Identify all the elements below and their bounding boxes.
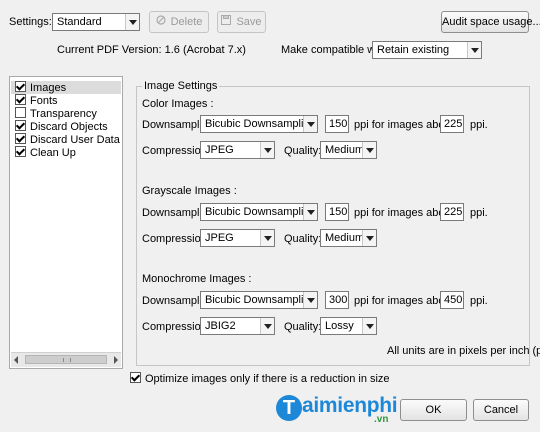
- color-ppi-input[interactable]: 150: [325, 115, 349, 133]
- color-ppi-unit: ppi.: [470, 119, 488, 131]
- watermark-suffix: .vn: [374, 414, 389, 425]
- checkbox-fonts[interactable]: [15, 94, 26, 105]
- optimize-option[interactable]: Optimize images only if there is a reduc…: [130, 372, 390, 385]
- watermark-logo-icon: T: [276, 395, 302, 421]
- sidebar-item-discard-objects[interactable]: Discard Objects: [15, 120, 108, 133]
- color-quality-value: Medium: [325, 144, 365, 156]
- chevron-down-icon[interactable]: [303, 116, 317, 132]
- grayscale-compression-select[interactable]: JPEG: [200, 229, 275, 247]
- delete-icon: [155, 12, 166, 32]
- grayscale-downsample-value: Bicubic Downsampling to: [205, 206, 318, 218]
- color-downsample-value: Bicubic Downsampling to: [205, 118, 318, 130]
- chevron-down-icon[interactable]: [303, 292, 317, 308]
- settings-select[interactable]: Standard: [52, 13, 140, 31]
- sidebar-item-label: Discard Objects: [30, 121, 108, 133]
- audit-space-usage-button[interactable]: Audit space usage...: [441, 11, 540, 33]
- color-compression-value: JPEG: [205, 144, 234, 156]
- color-quality-label: Quality:: [284, 145, 322, 157]
- checkbox-transparency[interactable]: [15, 107, 26, 118]
- color-quality-select[interactable]: Medium: [320, 141, 377, 159]
- grayscale-compression-value: JPEG: [205, 232, 234, 244]
- scrollbar-thumb[interactable]: [25, 355, 107, 364]
- grayscale-downsample-select[interactable]: Bicubic Downsampling to: [200, 203, 318, 221]
- chevron-down-icon[interactable]: [260, 318, 274, 334]
- checkbox-discard-user-data[interactable]: [15, 133, 26, 144]
- sidebar-item-transparency[interactable]: Transparency: [15, 107, 97, 120]
- monochrome-compression-value: JBIG2: [205, 320, 236, 332]
- monochrome-quality-select[interactable]: Lossy: [320, 317, 377, 335]
- sidebar-item-discard-user-data[interactable]: Discard User Data: [15, 133, 120, 146]
- category-list: Images Fonts Transparency Discard Object…: [9, 76, 123, 369]
- color-compression-select[interactable]: JPEG: [200, 141, 275, 159]
- grayscale-downsample-label: Downsample:: [142, 207, 209, 219]
- color-ppi-above-input[interactable]: 225: [440, 115, 464, 133]
- chevron-down-icon[interactable]: [260, 230, 274, 246]
- settings-label: Settings:: [9, 16, 52, 28]
- sidebar-item-clean-up[interactable]: Clean Up: [15, 146, 76, 159]
- color-downsample-select[interactable]: Bicubic Downsampling to: [200, 115, 318, 133]
- delete-label: Delete: [170, 16, 203, 28]
- chevron-down-icon[interactable]: [125, 14, 139, 30]
- monochrome-compression-select[interactable]: JBIG2: [200, 317, 275, 335]
- color-images-heading: Color Images :: [142, 98, 214, 110]
- sidebar-item-label: Images: [30, 82, 67, 94]
- delete-button[interactable]: Delete: [149, 11, 209, 33]
- save-label: Save: [236, 16, 262, 28]
- chevron-down-icon[interactable]: [303, 204, 317, 220]
- optimize-label: Optimize images only if there is a reduc…: [145, 373, 390, 385]
- save-button[interactable]: Save: [217, 11, 266, 33]
- chevron-down-icon[interactable]: [362, 230, 376, 246]
- settings-value: Standard: [57, 16, 102, 28]
- checkbox-optimize[interactable]: [130, 372, 141, 383]
- chevron-down-icon[interactable]: [362, 318, 376, 334]
- scroll-left-icon[interactable]: [14, 356, 18, 364]
- chevron-down-icon[interactable]: [260, 142, 274, 158]
- scroll-right-icon[interactable]: [114, 356, 118, 364]
- sidebar-item-label: Discard User Data: [30, 134, 120, 146]
- ok-button[interactable]: OK: [400, 399, 467, 421]
- monochrome-downsample-value: Bicubic Downsampling to: [205, 294, 318, 306]
- grayscale-quality-value: Medium: [325, 232, 365, 244]
- monochrome-downsample-label: Downsample:: [142, 295, 209, 307]
- monochrome-downsample-select[interactable]: Bicubic Downsampling to: [200, 291, 318, 309]
- grayscale-quality-select[interactable]: Medium: [320, 229, 377, 247]
- sidebar-item-images[interactable]: Images: [11, 81, 121, 94]
- color-downsample-label: Downsample:: [142, 119, 209, 131]
- chevron-down-icon[interactable]: [362, 142, 376, 158]
- grayscale-ppi-unit: ppi.: [470, 207, 488, 219]
- save-icon: [221, 12, 232, 32]
- sidebar-item-label: Transparency: [30, 108, 97, 120]
- monochrome-ppi-above-input[interactable]: 450: [440, 291, 464, 309]
- grayscale-ppi-input[interactable]: 150: [325, 203, 349, 221]
- sidebar-item-label: Fonts: [30, 95, 58, 107]
- grayscale-quality-label: Quality:: [284, 233, 322, 245]
- monochrome-ppi-unit: ppi.: [470, 295, 488, 307]
- monochrome-ppi-input[interactable]: 300: [325, 291, 349, 309]
- checkbox-clean-up[interactable]: [15, 146, 26, 157]
- cancel-button[interactable]: Cancel: [473, 399, 529, 421]
- sidebar-item-label: Clean Up: [30, 147, 76, 159]
- compat-select[interactable]: Retain existing: [372, 41, 482, 59]
- grip-icon: [63, 358, 71, 362]
- checkbox-images[interactable]: [15, 81, 26, 92]
- chevron-down-icon[interactable]: [467, 42, 481, 58]
- monochrome-quality-value: Lossy: [325, 320, 354, 332]
- compat-value: Retain existing: [377, 44, 450, 56]
- grayscale-images-heading: Grayscale Images :: [142, 185, 237, 197]
- image-settings-title: Image Settings: [142, 80, 220, 92]
- pdf-version-text: Current PDF Version: 1.6 (Acrobat 7.x): [57, 44, 246, 56]
- grayscale-ppi-above-input[interactable]: 225: [440, 203, 464, 221]
- monochrome-images-heading: Monochrome Images :: [142, 273, 252, 285]
- monochrome-quality-label: Quality:: [284, 321, 322, 333]
- checkbox-discard-objects[interactable]: [15, 120, 26, 131]
- units-note: All units are in pixels per inch (ppi).: [387, 345, 540, 357]
- sidebar-item-fonts[interactable]: Fonts: [15, 94, 58, 107]
- horizontal-scrollbar[interactable]: [11, 352, 121, 367]
